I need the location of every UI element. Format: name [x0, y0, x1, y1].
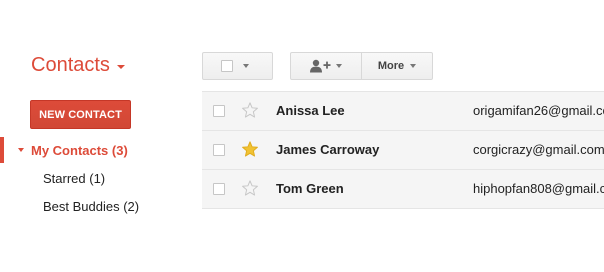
contact-list: Anissa Lee origamifan26@gmail.com James …	[202, 91, 604, 209]
row-checkbox[interactable]	[213, 183, 225, 195]
star-icon[interactable]	[241, 179, 259, 197]
new-contact-button[interactable]: NEW CONTACT	[30, 100, 131, 129]
add-person-icon	[310, 59, 331, 73]
sidebar-item-label: My Contacts (3)	[31, 142, 128, 158]
app-title-menu[interactable]: Contacts	[31, 54, 125, 77]
contact-email[interactable]: corgicrazy@gmail.com	[473, 142, 604, 157]
star-icon[interactable]	[241, 140, 259, 158]
contact-name[interactable]: James Carroway	[276, 142, 379, 157]
contact-row[interactable]: James Carroway corgicrazy@gmail.com	[202, 131, 604, 170]
chevron-down-icon	[410, 64, 417, 68]
contact-email[interactable]: origamifan26@gmail.com	[473, 103, 604, 118]
sidebar-item-label: Starred (1)	[43, 170, 106, 186]
contact-name[interactable]: Tom Green	[276, 181, 344, 196]
contact-row[interactable]: Tom Green hiphopfan808@gmail.com	[202, 170, 604, 209]
chevron-down-icon	[243, 64, 249, 68]
checkbox-icon	[221, 60, 233, 72]
sidebar-nav: My Contacts (3) Starred (1) Best Buddies…	[0, 136, 190, 220]
star-icon[interactable]	[241, 101, 259, 119]
more-button[interactable]: More	[362, 53, 432, 79]
chevron-down-icon	[116, 65, 125, 69]
active-indicator	[0, 137, 4, 163]
chevron-down-icon	[336, 64, 342, 68]
more-button-label: More	[377, 60, 405, 72]
app-title: Contacts	[31, 54, 110, 76]
contact-name[interactable]: Anissa Lee	[276, 103, 345, 118]
sidebar-item-label: Best Buddies (2)	[43, 198, 140, 214]
add-to-group-button[interactable]	[291, 53, 362, 79]
toolbar-button-group: More	[290, 52, 433, 80]
select-all-button[interactable]	[202, 52, 273, 80]
new-contact-label: NEW CONTACT	[39, 108, 122, 121]
sidebar-item-best-buddies[interactable]: Best Buddies (2)	[0, 192, 190, 220]
contact-email[interactable]: hiphopfan808@gmail.com	[473, 181, 604, 196]
sidebar-item-my-contacts[interactable]: My Contacts (3)	[0, 136, 190, 164]
sidebar-item-starred[interactable]: Starred (1)	[0, 164, 190, 192]
row-checkbox[interactable]	[213, 144, 225, 156]
expand-caret-icon[interactable]	[18, 148, 24, 152]
contact-row[interactable]: Anissa Lee origamifan26@gmail.com	[202, 92, 604, 131]
row-checkbox[interactable]	[213, 105, 225, 117]
